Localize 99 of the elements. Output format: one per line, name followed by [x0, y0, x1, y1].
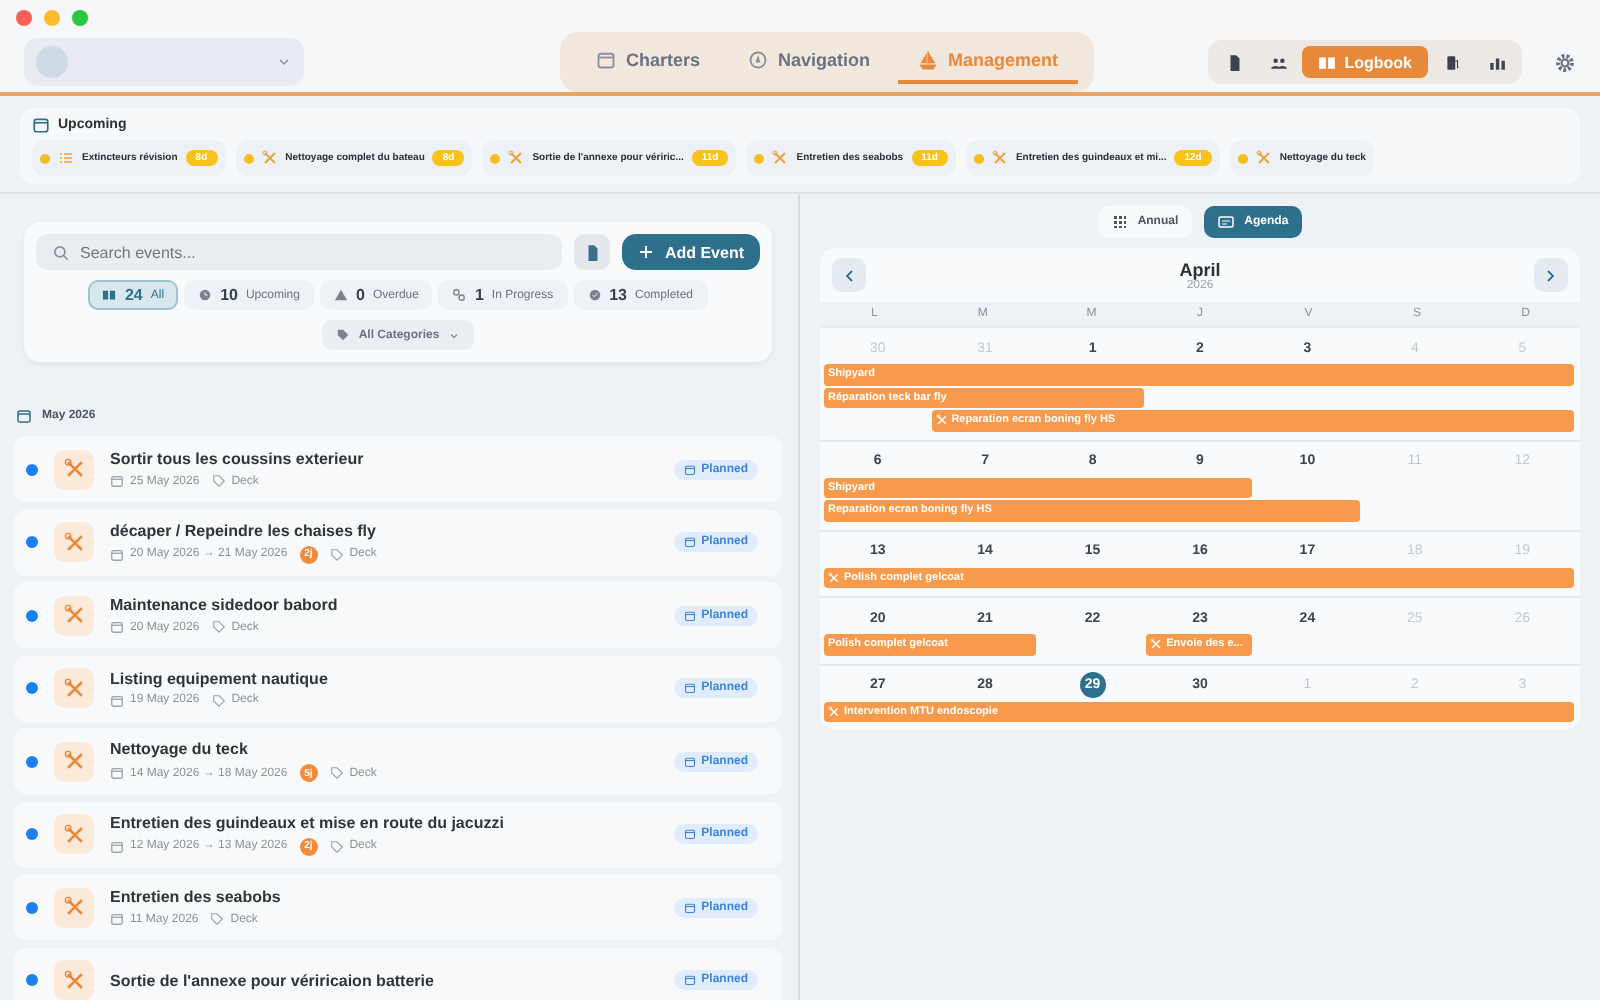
warning-icon [333, 288, 348, 302]
status-dot [26, 682, 38, 694]
people-icon [1269, 53, 1288, 71]
window-control-dot[interactable] [72, 10, 88, 26]
calendar-icon [683, 828, 696, 840]
event-title: décaper / Repeindre les chaises fly [110, 521, 378, 539]
document-icon [1225, 53, 1244, 71]
calendar-icon [110, 474, 124, 488]
event-title: Sortie de l'annexe pour vériricaion batterie [110, 971, 436, 989]
status-dot [243, 153, 254, 163]
calendar-icon [110, 620, 124, 634]
clock-icon [198, 288, 213, 302]
event-title: Sortir tous les coussins exterieur [110, 450, 366, 468]
sailboat-icon [918, 50, 939, 70]
chevron-down-icon [276, 54, 292, 70]
status-dot [26, 609, 38, 621]
nav-tab[interactable]: Navigation [728, 40, 891, 84]
nav-tab[interactable]: Charters [576, 40, 721, 84]
tag-icon [336, 328, 351, 342]
tools-icon [828, 571, 840, 584]
tools-icon [1150, 638, 1163, 651]
event-title: Entretien des seabobs [110, 888, 283, 906]
tag-icon [329, 547, 344, 561]
tools-icon [63, 458, 85, 480]
calendar-icon [683, 536, 696, 548]
search-field[interactable]: Search events... [36, 234, 563, 270]
book-icon [102, 288, 117, 302]
status-dot [754, 153, 765, 163]
calendar-icon [110, 766, 124, 780]
window-control-dot[interactable] [44, 10, 60, 26]
status-dot [490, 153, 501, 163]
agenda-icon [1218, 214, 1235, 230]
status-dot [26, 901, 38, 913]
document-icon [583, 243, 602, 261]
tools-icon [63, 969, 85, 991]
tools-icon [63, 531, 85, 553]
event-title: Maintenance sidedoor babord [110, 596, 340, 614]
month-title: April [1179, 259, 1221, 279]
tools-icon [935, 414, 948, 427]
tag-icon [211, 620, 226, 634]
search-icon [52, 243, 70, 261]
calendar-icon [16, 408, 32, 424]
calendar-icon [110, 912, 124, 926]
calendar-icon [110, 839, 124, 853]
tools-icon [1255, 150, 1272, 166]
event-title: Listing equipement nautique [110, 669, 330, 687]
tag-icon [211, 693, 226, 707]
calendar-icon [683, 609, 696, 621]
status-dot [26, 755, 38, 767]
check-circle-icon [587, 288, 602, 302]
chevron-down-icon [447, 329, 460, 341]
tools-icon [63, 823, 85, 845]
tools-icon [261, 150, 278, 166]
plus-icon [638, 244, 655, 260]
tools-icon [991, 150, 1008, 166]
settings-icon[interactable] [1554, 51, 1576, 73]
tag-icon [210, 912, 225, 926]
tools-icon [772, 150, 789, 166]
tools-icon [63, 677, 85, 699]
window-control-dot[interactable] [16, 10, 32, 26]
add-event-button[interactable]: Add Event [622, 234, 760, 270]
gears-icon [452, 288, 467, 302]
calendar-icon [110, 693, 124, 707]
calendar-icon [683, 755, 696, 767]
calendar-icon [683, 463, 696, 475]
status-dot [973, 153, 984, 163]
tag-icon [329, 839, 344, 853]
calendar-icon [32, 116, 50, 134]
calendar-icon [110, 547, 124, 561]
status-dot [26, 828, 38, 840]
status-dot [40, 153, 50, 163]
status-dot [26, 463, 38, 475]
grid-icon [1111, 214, 1128, 230]
chevron-right-icon [1542, 267, 1559, 283]
calendar-icon [683, 901, 696, 913]
tools-icon [63, 604, 85, 626]
event-title: Nettoyage du teck [110, 740, 250, 758]
book-icon [1318, 53, 1337, 71]
tools-icon [63, 750, 85, 772]
tag-icon [211, 474, 226, 488]
tools-icon [508, 150, 525, 166]
chevron-left-icon [841, 267, 857, 283]
tools-icon [828, 705, 840, 718]
calendar-icon [683, 974, 696, 986]
tools-icon [63, 896, 85, 918]
calendar-icon [683, 682, 696, 694]
status-dot [26, 974, 38, 986]
event-title: Entretien des guindeaux et mise en route du jacuzzi [110, 813, 506, 831]
fuel-pump-icon [1443, 53, 1461, 71]
compass-icon [748, 50, 769, 70]
status-dot [1237, 153, 1248, 163]
list-icon [58, 150, 74, 166]
next-month-button[interactable] [1533, 258, 1568, 292]
bar-chart-icon [1487, 53, 1505, 71]
export-button[interactable] [574, 234, 611, 270]
tag-icon [329, 766, 344, 780]
calendar-icon [596, 50, 616, 70]
previous-month-button[interactable] [832, 258, 866, 292]
status-dot [26, 536, 38, 548]
